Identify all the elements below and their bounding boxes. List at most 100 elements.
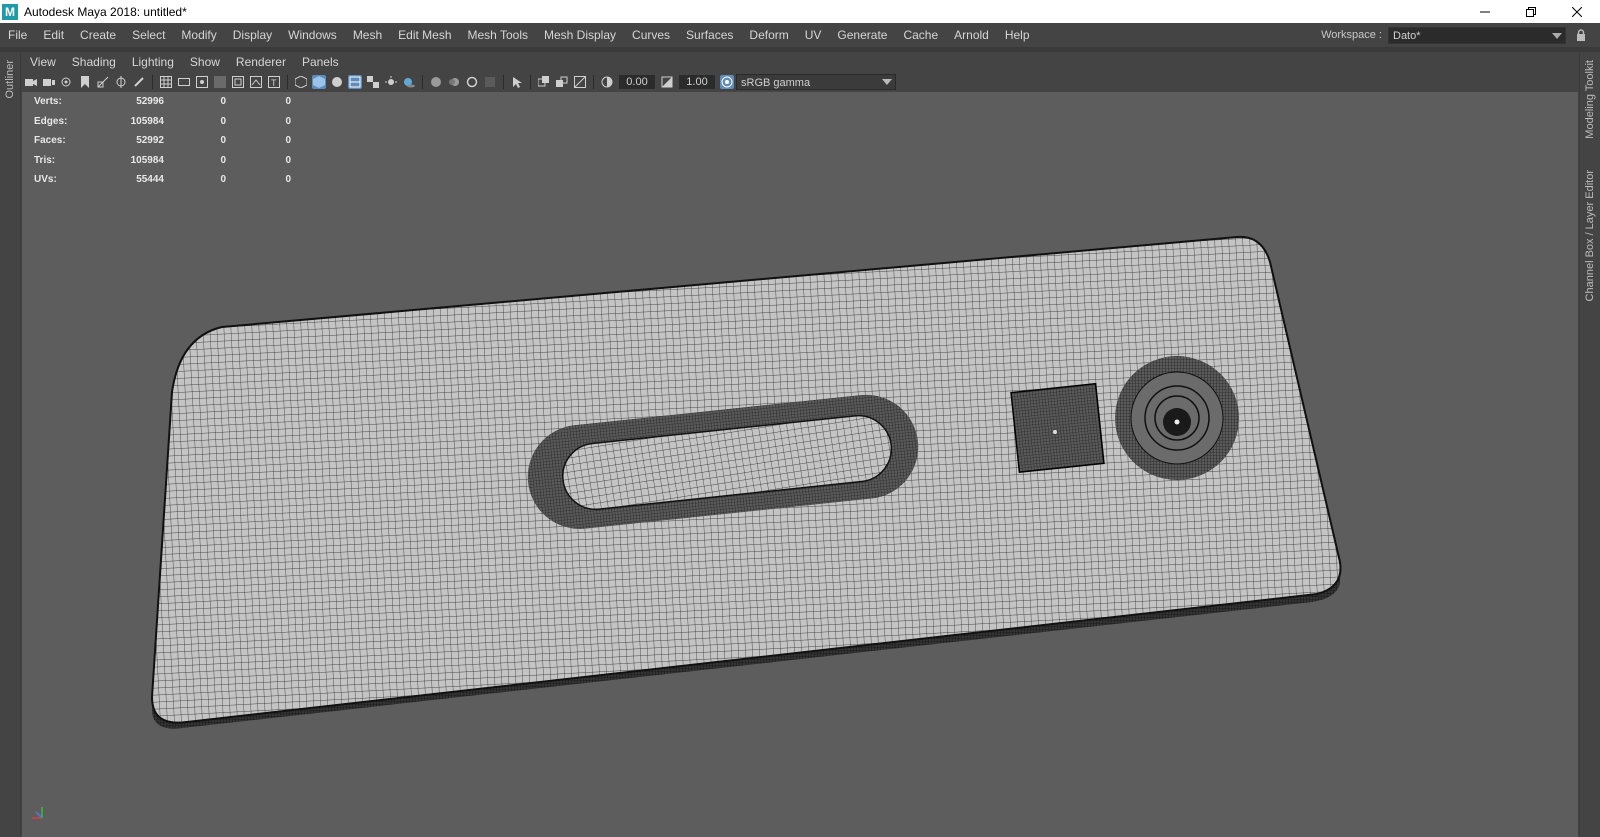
depth-of-field-icon[interactable]: [483, 75, 497, 89]
menu-mesh[interactable]: Mesh: [345, 23, 390, 47]
panel-menu-bar: View Shading Lighting Show Renderer Pane…: [22, 52, 1578, 72]
close-icon: [1572, 6, 1582, 17]
menu-generate[interactable]: Generate: [829, 23, 895, 47]
workspace-area: Workspace : Dato*: [1321, 23, 1586, 47]
mesh-sensor-square: [1010, 382, 1105, 473]
isolate-select-icon[interactable]: [510, 75, 524, 89]
view-transform-select[interactable]: sRGB gamma: [736, 74, 896, 90]
menu-modify[interactable]: Modify: [173, 23, 224, 47]
main-menu-bar: File Edit Create Select Modify Display W…: [0, 23, 1600, 47]
modeling-toolkit-tab[interactable]: Modeling Toolkit: [1584, 60, 1596, 139]
field-chart-icon[interactable]: [231, 75, 245, 89]
chevron-down-icon: [1552, 32, 1562, 39]
menu-help[interactable]: Help: [997, 23, 1038, 47]
grid-icon[interactable]: [159, 75, 173, 89]
twod-pan-zoom-icon[interactable]: [114, 75, 128, 89]
minimize-icon: [1480, 11, 1490, 12]
mesh-object[interactable]: [22, 92, 1578, 837]
outliner-side-tab[interactable]: Outliner: [0, 52, 21, 837]
panel-menu-show[interactable]: Show: [182, 55, 228, 69]
menu-mesh-tools[interactable]: Mesh Tools: [460, 23, 536, 47]
toolbar-separator: [503, 75, 504, 89]
window-controls: [1462, 0, 1600, 23]
xray-icon[interactable]: [537, 75, 551, 89]
wireframe-on-shaded-icon[interactable]: [348, 75, 362, 89]
gamma-field[interactable]: 1.00: [679, 75, 715, 89]
anti-aliasing-icon[interactable]: [465, 75, 479, 89]
axis-indicator-icon: [32, 807, 43, 819]
exposure-field[interactable]: 0.00: [619, 75, 655, 89]
restore-button[interactable]: [1508, 0, 1554, 23]
maya-logo-icon: M: [2, 3, 18, 20]
textured-icon[interactable]: [366, 75, 380, 89]
right-side-tabs: Modeling Toolkit Channel Box / Layer Edi…: [1579, 52, 1600, 837]
color-management-icon[interactable]: [720, 75, 734, 89]
close-button[interactable]: [1554, 0, 1600, 23]
wireframe-icon[interactable]: [294, 75, 308, 89]
lock-icon[interactable]: [1576, 29, 1586, 41]
image-plane-icon[interactable]: [96, 75, 110, 89]
menu-create[interactable]: Create: [72, 23, 124, 47]
toolbar-separator: [422, 75, 423, 89]
safe-action-icon[interactable]: [249, 75, 263, 89]
workspace-label: Workspace :: [1321, 29, 1382, 41]
chevron-down-icon: [882, 79, 892, 85]
menu-arnold[interactable]: Arnold: [946, 23, 997, 47]
gate-mask-icon[interactable]: [213, 75, 227, 89]
grease-pencil-icon[interactable]: [132, 75, 146, 89]
panel-menu-panels[interactable]: Panels: [294, 55, 347, 69]
lights-icon[interactable]: [384, 75, 398, 89]
shadows-icon[interactable]: [402, 75, 416, 89]
window-title: Autodesk Maya 2018: untitled*: [24, 4, 187, 19]
resolution-gate-icon[interactable]: [195, 75, 209, 89]
title-bar: M Autodesk Maya 2018: untitled*: [0, 0, 1600, 23]
panel-menu-lighting[interactable]: Lighting: [124, 55, 182, 69]
xray-joints-icon[interactable]: [555, 75, 569, 89]
menu-select[interactable]: Select: [124, 23, 173, 47]
safe-title-icon[interactable]: T: [267, 75, 281, 89]
panel-toolbar: T 0.00 1.00 sRGB gamma: [22, 72, 1578, 92]
default-material-icon[interactable]: [330, 75, 344, 89]
film-gate-icon[interactable]: [177, 75, 191, 89]
menu-deform[interactable]: Deform: [741, 23, 796, 47]
minimize-button[interactable]: [1462, 0, 1508, 23]
menu-curves[interactable]: Curves: [624, 23, 678, 47]
camera-attributes-icon[interactable]: [60, 75, 74, 89]
menu-edit[interactable]: Edit: [35, 23, 72, 47]
mesh-camera-lens-dot: [1174, 419, 1180, 425]
xray-components-icon[interactable]: [573, 75, 587, 89]
workspace-select[interactable]: Dato*: [1388, 26, 1566, 44]
restore-icon: [1526, 6, 1536, 17]
menu-file[interactable]: File: [0, 23, 35, 47]
viewport-3d[interactable]: Verts: 52996 0 0 Edges: 105984 0 0 Faces…: [22, 92, 1578, 837]
panel-menu-view[interactable]: View: [22, 55, 64, 69]
camera-lock-icon[interactable]: [42, 75, 56, 89]
panel-menu-renderer[interactable]: Renderer: [228, 55, 294, 69]
menu-mesh-display[interactable]: Mesh Display: [536, 23, 624, 47]
motion-blur-icon[interactable]: [447, 75, 461, 89]
panel-menu-shading[interactable]: Shading: [64, 55, 124, 69]
outliner-tab-label: Outliner: [4, 60, 16, 99]
gamma-icon[interactable]: [660, 75, 674, 89]
select-camera-icon[interactable]: [24, 75, 38, 89]
bookmark-icon[interactable]: [78, 75, 92, 89]
svg-text:T: T: [271, 78, 277, 88]
toolbar-separator: [530, 75, 531, 89]
exposure-icon[interactable]: [600, 75, 614, 89]
menu-edit-mesh[interactable]: Edit Mesh: [390, 23, 459, 47]
toolbar-separator: [287, 75, 288, 89]
channel-box-tab[interactable]: Channel Box / Layer Editor: [1584, 170, 1596, 301]
mesh-sensor-dot: [1053, 430, 1057, 434]
workspace-value: Dato*: [1393, 29, 1421, 42]
menu-uv[interactable]: UV: [797, 23, 830, 47]
menu-windows[interactable]: Windows: [280, 23, 345, 47]
view-transform-value: sRGB gamma: [741, 77, 811, 89]
screen-space-ao-icon[interactable]: [429, 75, 443, 89]
smooth-shade-icon[interactable]: [312, 75, 326, 89]
menu-cache[interactable]: Cache: [895, 23, 946, 47]
menu-surfaces[interactable]: Surfaces: [678, 23, 741, 47]
menu-display[interactable]: Display: [225, 23, 280, 47]
toolbar-separator: [152, 75, 153, 89]
toolbar-separator: [593, 75, 594, 89]
axis-gizmo: [28, 804, 52, 827]
